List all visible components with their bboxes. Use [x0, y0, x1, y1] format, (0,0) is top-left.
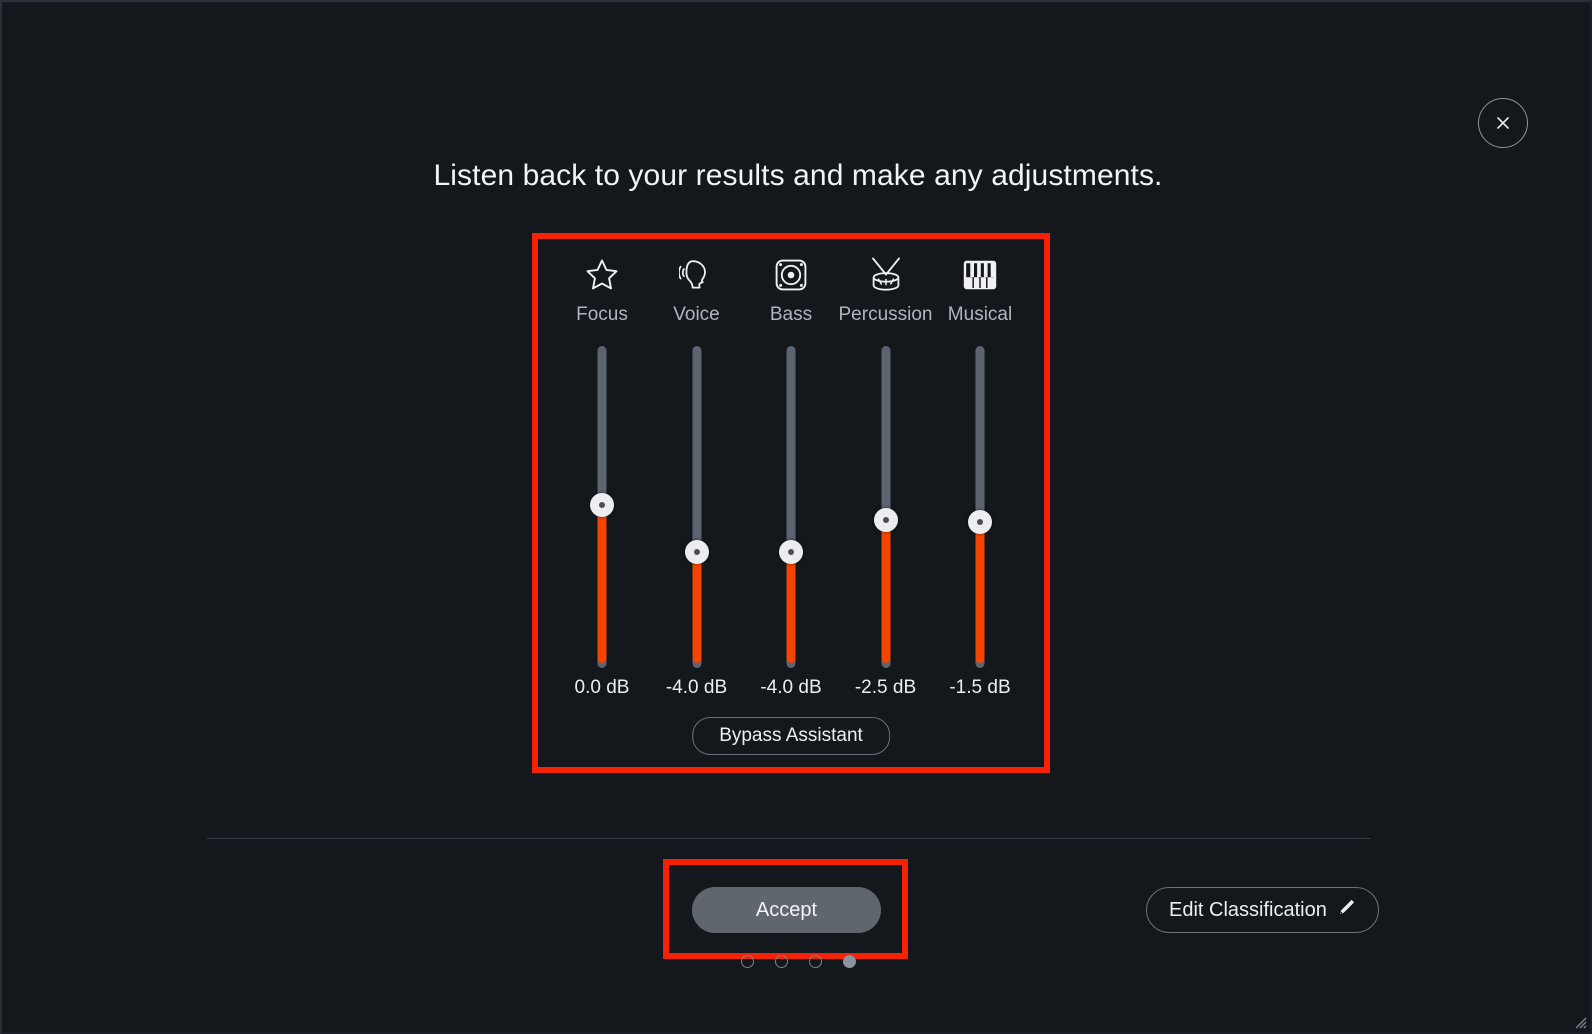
slider-thumb[interactable] — [873, 508, 898, 533]
resize-grip-icon[interactable] — [1571, 1013, 1587, 1029]
channel-label: Musical — [947, 304, 1013, 326]
piano-icon — [963, 253, 997, 296]
slider-fill — [975, 522, 985, 663]
channel-value: 0.0 dB — [574, 677, 630, 698]
bypass-assistant-button[interactable]: Bypass Assistant — [692, 717, 890, 755]
channel-bass: Bass -4.0 dB — [745, 239, 837, 699]
channel-voice: Voice -4.0 dB — [651, 239, 743, 699]
channel-value: -4.0 dB — [665, 677, 728, 698]
channel-value: -2.5 dB — [854, 677, 917, 698]
channel-percussion: Percussion -2.5 dB — [838, 239, 933, 699]
edit-classification-button[interactable]: Edit Classification — [1146, 887, 1379, 933]
voice-icon — [678, 253, 715, 296]
mixer-panel: Focus 0.0 dB Voice -4.0 dB Bass -4.0 dB … — [538, 239, 1044, 767]
channel-focus: Focus 0.0 dB — [556, 239, 648, 699]
slider-thumb[interactable] — [684, 540, 709, 565]
channel-slider-bass[interactable] — [773, 346, 809, 669]
star-icon — [585, 253, 619, 296]
close-button[interactable] — [1478, 98, 1528, 148]
channel-value: -4.0 dB — [760, 677, 822, 698]
edit-classification-label: Edit Classification — [1169, 898, 1327, 921]
footer-divider — [207, 838, 1371, 839]
pagination-dot-3[interactable] — [808, 955, 822, 968]
close-icon — [1494, 114, 1512, 132]
channel-label: Percussion — [838, 304, 933, 326]
slider-fill — [597, 504, 607, 663]
channel-label: Voice — [673, 304, 720, 326]
slider-fill — [881, 520, 890, 663]
channel-strip-list: Focus 0.0 dB Voice -4.0 dB Bass -4.0 dB … — [538, 239, 1044, 699]
pencil-icon — [1337, 898, 1356, 923]
slider-fill — [692, 552, 701, 663]
bass-icon — [774, 253, 808, 296]
channel-slider-musical[interactable] — [962, 346, 998, 669]
accept-button[interactable]: Accept — [692, 887, 881, 933]
pagination-dots — [2, 955, 1590, 968]
slider-thumb[interactable] — [968, 510, 992, 535]
slider-thumb[interactable] — [590, 492, 614, 517]
channel-musical: Musical -1.5 dB — [934, 239, 1026, 699]
channel-label: Focus — [576, 304, 628, 326]
plugin-window: Listen back to your results and make any… — [0, 0, 1592, 1034]
drum-icon — [865, 253, 907, 296]
slider-thumb[interactable] — [779, 540, 803, 565]
pagination-dot-2[interactable] — [774, 955, 788, 968]
channel-slider-voice[interactable] — [679, 346, 715, 669]
channel-slider-focus[interactable] — [584, 346, 620, 669]
slider-fill — [786, 552, 796, 663]
channel-value: -1.5 dB — [949, 677, 1011, 698]
pagination-dot-4[interactable] — [842, 955, 856, 968]
pagination-dot-1[interactable] — [740, 955, 754, 968]
channel-label: Bass — [769, 304, 813, 326]
channel-slider-percussion[interactable] — [868, 346, 904, 669]
page-title: Listen back to your results and make any… — [433, 159, 1163, 192]
